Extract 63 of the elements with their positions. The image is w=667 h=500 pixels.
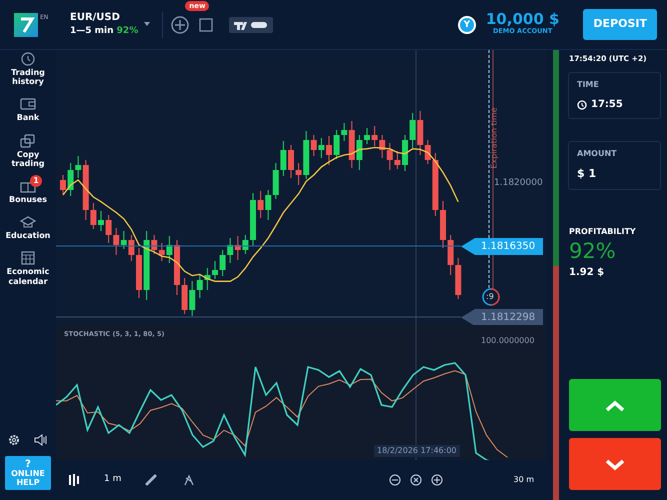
payout-label: 92% <box>116 26 138 36</box>
sidebar-item[interactable]: Copy trading <box>0 134 56 168</box>
amount-card[interactable]: AMOUNT $ 1 <box>568 141 661 190</box>
profitability-percent: 92% <box>569 238 617 265</box>
candle <box>174 240 180 296</box>
crosshair-time-label: 18/2/2026 17:46:00 <box>374 445 460 457</box>
question-mark-icon: ? <box>11 458 45 470</box>
candle <box>98 210 104 232</box>
amount-label: AMOUNT <box>577 148 618 160</box>
square-icon[interactable] <box>199 18 214 32</box>
candle <box>440 200 446 248</box>
chevron-down-icon <box>605 458 625 471</box>
chart-style-toggle[interactable] <box>229 16 274 32</box>
pencil-icon[interactable] <box>145 474 158 486</box>
drawing-tools-icon[interactable] <box>183 474 196 486</box>
expiration-time-label: Expiration time <box>488 107 500 169</box>
settings-icon[interactable] <box>8 434 20 446</box>
candle <box>402 134 408 172</box>
sidebar-item[interactable]: Education <box>0 215 56 240</box>
zoom-out-icon[interactable] <box>389 474 402 486</box>
indicator-axis-label: 100.0000000 <box>481 335 534 347</box>
profit-value: 1.92 $ <box>569 266 606 280</box>
chevron-up-icon <box>605 400 625 412</box>
candle <box>364 128 370 144</box>
amount-value: $ 1 <box>577 166 598 182</box>
clock-icon <box>577 100 587 110</box>
calendar-icon <box>20 251 36 266</box>
duration-label: 1—5 min <box>70 26 114 36</box>
candle <box>250 192 256 246</box>
timeframe-button[interactable]: 1 m <box>98 472 128 488</box>
sidebar-item[interactable]: Trading history <box>0 52 56 86</box>
current-price-tag: 1.1816350 <box>461 238 543 255</box>
add-chart-icon[interactable] <box>171 16 190 34</box>
balance-amount: 10,000 $ <box>486 12 560 28</box>
sidebar-item[interactable]: Economic calendar <box>0 251 56 286</box>
timer-ring-icon <box>482 288 500 306</box>
candle <box>136 248 142 298</box>
profitability-label: PROFITABILITY <box>569 226 637 238</box>
time-value: 17:55 <box>591 98 623 112</box>
candle <box>288 144 294 178</box>
caret-icon <box>144 22 150 26</box>
sidebar-item[interactable]: Bank <box>0 97 56 123</box>
wallet-icon <box>20 97 36 112</box>
fit-screen-icon[interactable] <box>410 474 422 486</box>
time-label: TIME <box>577 79 600 92</box>
price-axis-label: 1.1820000 <box>494 177 543 190</box>
copy-icon <box>20 134 36 148</box>
candle <box>212 260 218 280</box>
asset-name: EUR/USD <box>70 11 121 26</box>
asset-selector[interactable]: EUR/USD 1—5 min 92% <box>70 10 154 39</box>
candle <box>60 174 66 194</box>
notification-badge: 1 <box>30 174 42 187</box>
countdown-timer: :9 <box>486 291 494 303</box>
open-price-tag: 1.1812298 <box>461 309 543 326</box>
zoom-range-label: 30 m <box>513 474 534 486</box>
logo-icon[interactable] <box>14 12 38 36</box>
graduation-cap-icon <box>20 215 36 230</box>
candle <box>326 136 332 166</box>
speaker-icon[interactable] <box>34 434 48 446</box>
clock-icon <box>20 52 36 66</box>
candles-icon[interactable] <box>68 474 80 486</box>
time-card[interactable]: TIME 17:55 <box>568 72 661 120</box>
zoom-in-icon[interactable] <box>431 474 444 486</box>
